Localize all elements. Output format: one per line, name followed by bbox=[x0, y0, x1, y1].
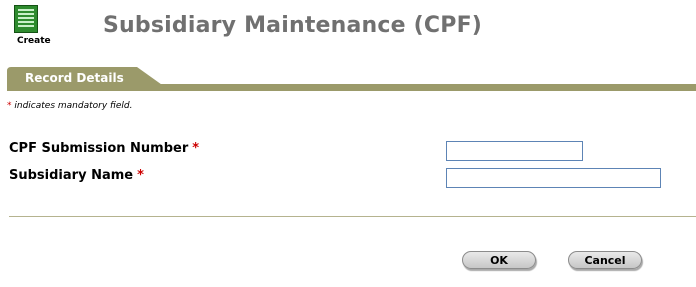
mandatory-note: * indicates mandatory field. bbox=[7, 101, 132, 111]
ok-button[interactable]: OK bbox=[462, 251, 536, 269]
mandatory-asterisk: * bbox=[7, 101, 12, 111]
mandatory-note-text: indicates mandatory field. bbox=[14, 101, 133, 111]
cpf-submission-number-input[interactable] bbox=[446, 141, 583, 161]
cpf-submission-number-text: CPF Submission Number bbox=[9, 141, 189, 156]
subsidiary-name-label: Subsidiary Name * bbox=[9, 168, 144, 183]
create-document-icon[interactable] bbox=[14, 5, 38, 33]
subsidiary-name-text: Subsidiary Name bbox=[9, 168, 134, 183]
cancel-button[interactable]: Cancel bbox=[568, 251, 642, 269]
page-title: Subsidiary Maintenance (CPF) bbox=[103, 13, 483, 38]
tab-underline bbox=[7, 84, 696, 91]
required-marker: * bbox=[192, 141, 200, 156]
subsidiary-name-input[interactable] bbox=[446, 168, 661, 188]
record-details-tabbar: Record Details bbox=[7, 67, 696, 91]
tab-record-details[interactable]: Record Details bbox=[25, 71, 124, 85]
form-divider bbox=[9, 216, 696, 217]
required-marker: * bbox=[137, 168, 144, 183]
cpf-submission-number-label: CPF Submission Number * bbox=[9, 141, 199, 156]
create-label[interactable]: Create bbox=[17, 36, 51, 46]
